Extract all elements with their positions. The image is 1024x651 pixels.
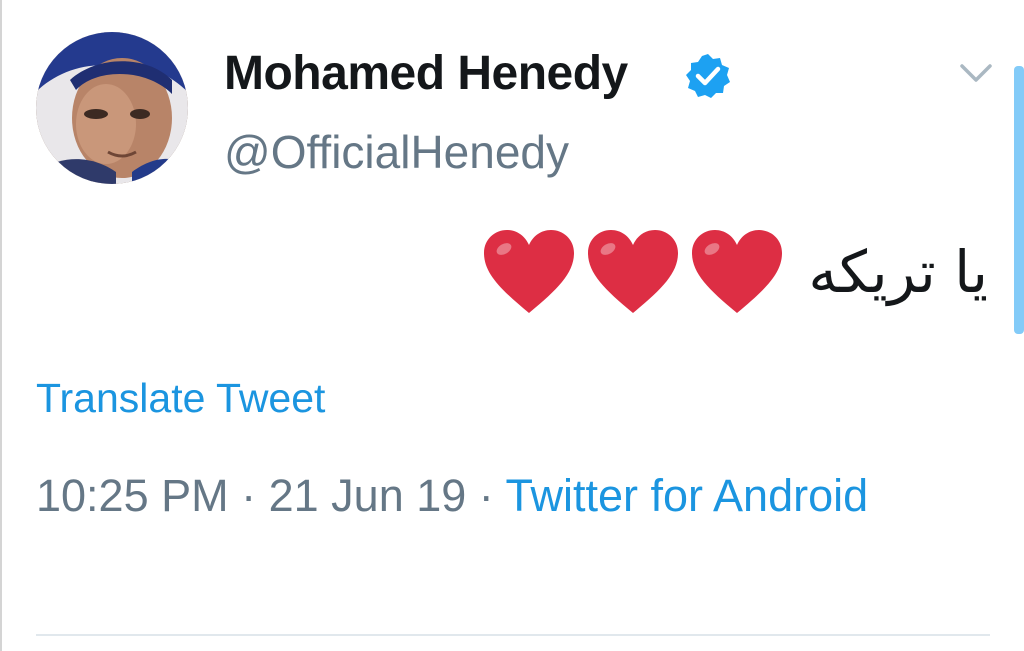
heart-icon [692,230,783,313]
scrollbar[interactable] [1014,66,1024,334]
heart-icon [484,230,575,313]
verified-badge-icon [686,54,730,98]
tweet-date: 21 Jun 19 [268,470,467,521]
user-handle[interactable]: @OfficialHenedy [224,122,569,182]
meta-separator: · [466,470,506,521]
tweet-body: يا تريكه [480,224,988,320]
divider [36,634,990,636]
tweet-text: يا تريكه [808,238,988,306]
chevron-down-icon[interactable] [958,60,994,86]
avatar[interactable] [36,32,188,184]
heart-icon [588,230,679,313]
display-name[interactable]: Mohamed Henedy [224,44,628,104]
heart-emojis [480,227,786,317]
translate-tweet-link[interactable]: Translate Tweet [36,370,325,426]
meta-separator: · [228,470,269,521]
tweet-time: 10:25 PM [36,470,229,521]
avatar-image [36,32,188,184]
left-border [0,0,2,651]
tweet-metadata: 10:25 PM · 21 Jun 19 · Twitter for Andro… [36,466,896,526]
tweet-source-link[interactable]: Twitter for Android [505,470,868,521]
